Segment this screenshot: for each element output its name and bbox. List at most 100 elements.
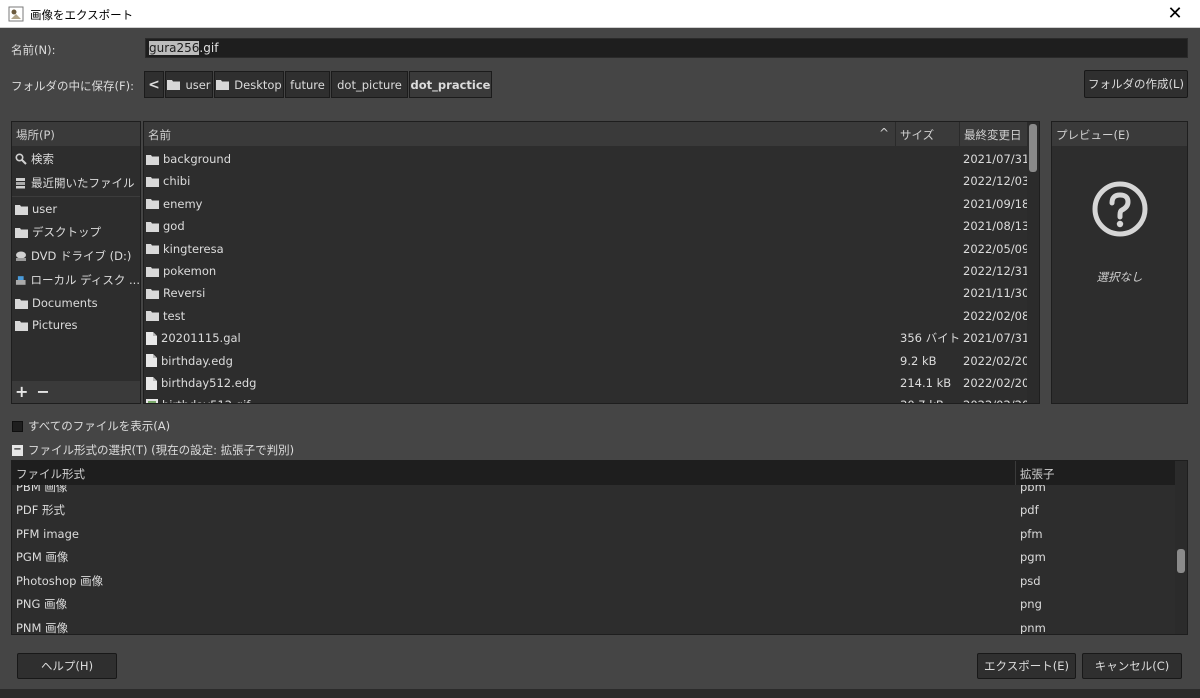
column-name-label: 名前	[148, 128, 171, 142]
file-list-scrollbar[interactable]	[1027, 122, 1039, 403]
places-header: 場所(P)	[12, 122, 140, 146]
file-type-row[interactable]: PNG 画像 png	[12, 593, 1175, 617]
file-type-extension: pdf	[1020, 503, 1039, 518]
name-label: 名前(N):	[11, 43, 56, 57]
column-file-type-header[interactable]: ファイル形式	[12, 461, 1016, 485]
file-name: test	[163, 308, 186, 323]
file-date: 2021/08/13	[963, 219, 1030, 234]
file-type-scrollbar[interactable]	[1175, 461, 1187, 634]
file-type-extension: psd	[1020, 573, 1041, 588]
breadcrumb-dot-practice[interactable]: dot_practice	[409, 71, 492, 98]
place-user[interactable]: user	[12, 198, 140, 220]
file-type-extension: pgm	[1020, 550, 1046, 565]
export-button[interactable]: エクスポート(E)	[977, 653, 1076, 679]
file-row[interactable]: Reversi 2021/11/30	[144, 282, 1030, 304]
file-name: 20201115.gal	[161, 331, 241, 346]
file-date: 2022/02/08	[963, 308, 1030, 323]
file-type-scroll-thumb[interactable]	[1177, 549, 1185, 573]
title-bar: 画像をエクスポート ✕	[0, 0, 1200, 28]
file-row[interactable]: god 2021/08/13	[144, 215, 1030, 237]
filename-input[interactable]: gura256.gif	[145, 38, 1188, 58]
folder-icon	[15, 204, 28, 215]
folder-icon	[15, 298, 28, 309]
folder-icon	[146, 176, 159, 187]
folder-icon	[15, 320, 28, 331]
file-type-name: Photoshop 画像	[16, 573, 104, 588]
place-label: user	[32, 202, 58, 216]
file-name-cell: background	[144, 152, 896, 166]
collapse-icon: −	[12, 443, 23, 456]
place-desktop[interactable]: デスクトップ	[12, 221, 140, 243]
create-folder-button[interactable]: フォルダの作成(L)	[1084, 70, 1188, 98]
add-place-button[interactable]: +	[15, 382, 28, 401]
file-name-cell: chibi	[144, 174, 896, 188]
place-search[interactable]: 検索	[12, 148, 140, 170]
place-label: 最近開いたファイル	[31, 176, 135, 190]
place-recent[interactable]: 最近開いたファイル	[12, 172, 140, 194]
remove-place-button[interactable]: −	[36, 382, 49, 401]
file-row[interactable]: pokemon 2022/12/31	[144, 260, 1030, 282]
file-date: 2021/11/30	[963, 286, 1030, 301]
breadcrumb-future[interactable]: future	[285, 71, 330, 98]
breadcrumb-label: user	[185, 77, 211, 92]
file-type-row[interactable]: Photoshop 画像 psd	[12, 569, 1175, 593]
folder-icon	[146, 221, 159, 232]
file-name-cell: 20201115.gal	[144, 331, 896, 345]
window-title: 画像をエクスポート	[30, 8, 134, 22]
breadcrumb-desktop[interactable]: Desktop	[214, 71, 284, 98]
file-list-scroll-thumb[interactable]	[1029, 124, 1037, 172]
place-dvd-drive[interactable]: DVD ドライブ (D:)	[12, 245, 140, 267]
image-file-icon	[146, 399, 158, 403]
file-type-name: PNM 画像	[16, 620, 69, 635]
file-type-extension: pnm	[1020, 620, 1046, 635]
file-type-expander[interactable]: − ファイル形式の選択(T) (現在の設定: 拡張子で判別)	[12, 442, 294, 458]
help-button[interactable]: ヘルプ(H)	[17, 653, 117, 679]
breadcrumb-back-button[interactable]: <	[144, 71, 164, 98]
column-modified-header[interactable]: 最終変更日	[960, 122, 1027, 146]
file-row[interactable]: birthday512.edg 214.1 kB 2022/02/20	[144, 372, 1029, 394]
file-row[interactable]: birthday512.gif 30.7 kB2022/02/20	[144, 394, 1029, 403]
breadcrumb-dot-picture[interactable]: dot_picture	[331, 71, 408, 98]
folder-icon	[167, 80, 181, 90]
place-local-disk[interactable]: ローカル ディスク ...	[12, 269, 140, 291]
place-documents[interactable]: Documents	[12, 292, 140, 314]
file-name-cell: enemy	[144, 197, 896, 211]
close-button[interactable]: ✕	[1160, 2, 1190, 26]
place-pictures[interactable]: Pictures	[12, 314, 140, 336]
file-type-row[interactable]: PNM 画像 pnm	[12, 616, 1175, 635]
dvd-drive-icon	[16, 251, 26, 261]
show-all-files-checkbox[interactable]: すべてのファイルを表示(A)	[12, 418, 170, 434]
breadcrumb-label: future	[290, 77, 325, 92]
file-name: god	[163, 219, 185, 234]
file-row[interactable]: chibi 2022/12/03	[144, 170, 1029, 192]
file-list-header: 名前 ^ サイズ 最終変更日	[144, 122, 1039, 146]
file-date: 2022/02/20	[960, 398, 1029, 403]
column-name-header[interactable]: 名前 ^	[144, 122, 896, 146]
file-name: background	[163, 152, 232, 166]
file-row[interactable]: 20201115.gal 356 バイト 2021/07/31	[144, 327, 1029, 349]
file-type-list: PBM 画像 pbm PDF 形式 pdf PFM image pfm PGM 画像 pgm P…	[11, 460, 1188, 635]
place-label: DVD ドライブ (D:)	[31, 249, 132, 263]
column-extension-header[interactable]: 拡張子	[1016, 461, 1175, 485]
breadcrumb-user[interactable]: user	[165, 71, 213, 98]
cancel-button[interactable]: キャンセル(C)	[1082, 653, 1182, 679]
file-row[interactable]: enemy 2021/09/18	[144, 193, 1029, 215]
file-name-cell: birthday512.gif	[144, 398, 896, 403]
places-toolbar: + −	[12, 381, 140, 403]
folder-icon	[146, 266, 159, 277]
file-type-row[interactable]: PFM image pfm	[12, 522, 1175, 546]
file-name: birthday512.edg	[161, 376, 257, 390]
column-size-header[interactable]: サイズ	[896, 122, 960, 146]
file-date: 2022/12/31	[963, 264, 1030, 278]
file-row[interactable]: test 2022/02/08	[144, 305, 1030, 327]
file-name: pokemon	[163, 264, 217, 278]
file-type-row[interactable]: PGM 画像 pgm	[12, 546, 1175, 570]
file-row[interactable]: birthday.edg 9.2 kB 2022/02/20	[144, 350, 1029, 372]
place-label: ローカル ディスク ...	[30, 273, 140, 287]
file-row[interactable]: kingteresa 2022/05/09	[144, 238, 1030, 260]
file-type-row[interactable]: PDF 形式 pdf	[12, 499, 1175, 523]
preview-header: プレビュー(E)	[1052, 122, 1187, 146]
file-row[interactable]: background 2021/07/31	[144, 148, 1029, 170]
file-date: 2022/05/09	[963, 241, 1030, 256]
preview-empty-text: 選択なし	[1096, 270, 1143, 284]
